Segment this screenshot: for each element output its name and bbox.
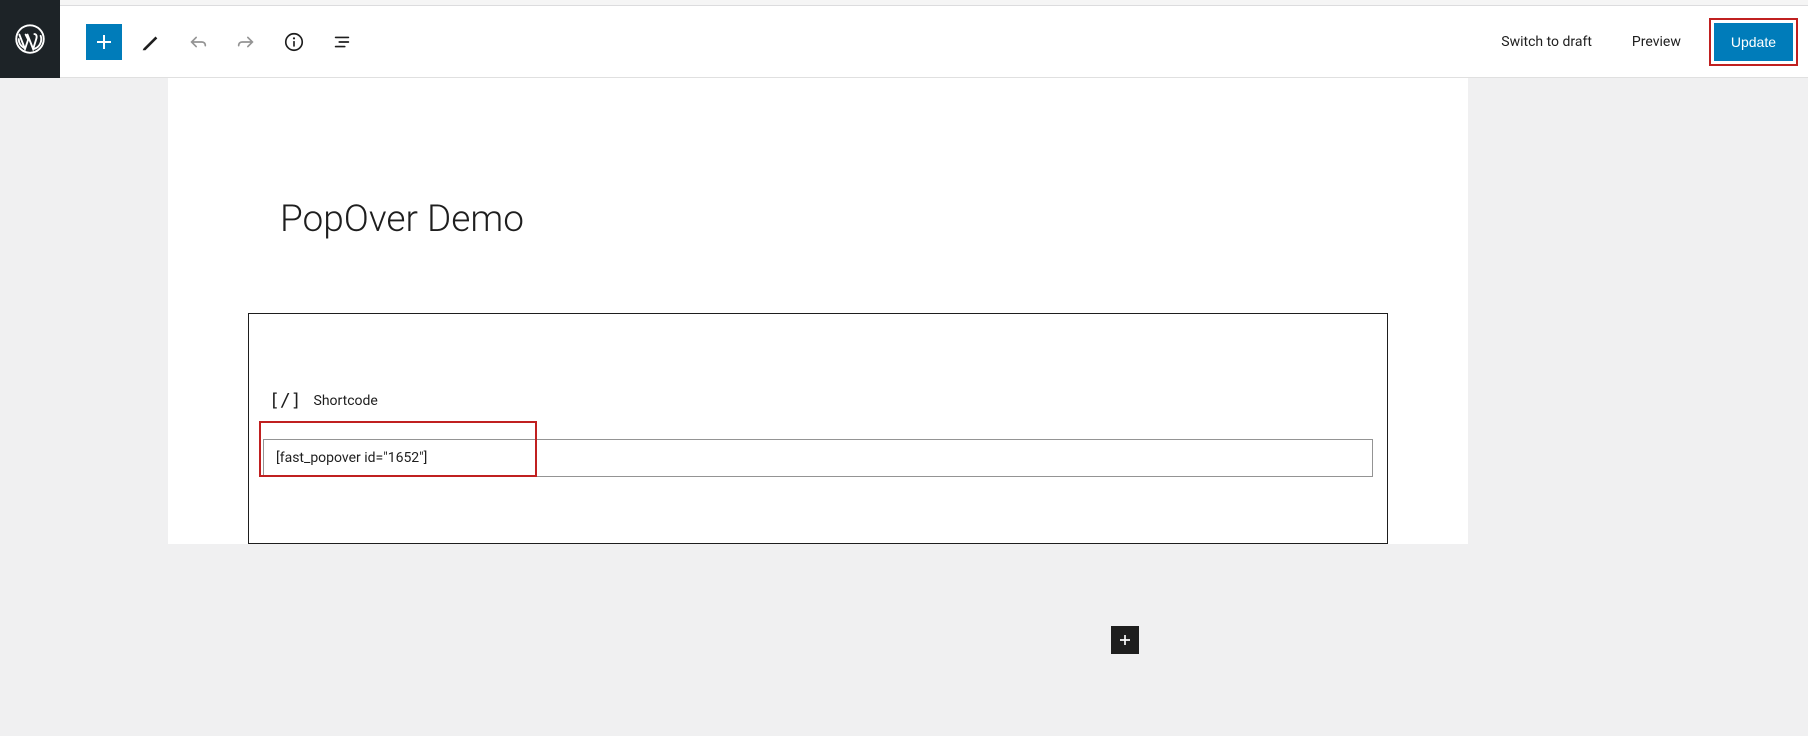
plus-icon — [1115, 630, 1135, 650]
info-icon — [283, 31, 305, 53]
details-button[interactable] — [274, 22, 314, 62]
add-block-button[interactable] — [86, 24, 122, 60]
toolbar-right-group: Switch to draft Preview Update — [1489, 18, 1798, 66]
update-button[interactable]: Update — [1714, 23, 1793, 61]
undo-button[interactable] — [178, 22, 218, 62]
switch-to-draft-button[interactable]: Switch to draft — [1489, 24, 1604, 60]
block-label-row: [/] Shortcode — [269, 390, 1373, 411]
add-block-inline-button[interactable] — [1111, 626, 1139, 654]
shortcode-icon: [/] — [269, 390, 302, 411]
redo-icon — [235, 31, 257, 53]
shortcode-block[interactable]: [/] Shortcode — [248, 313, 1388, 544]
editor-canvas: PopOver Demo [/] Shortcode — [168, 78, 1468, 544]
list-outline-icon — [331, 31, 353, 53]
preview-button[interactable]: Preview — [1620, 24, 1693, 60]
shortcode-input[interactable] — [263, 439, 1373, 477]
block-label-text: Shortcode — [314, 393, 378, 409]
edit-tool-button[interactable] — [130, 22, 170, 62]
shortcode-input-wrapper — [263, 439, 1373, 477]
plus-icon — [92, 30, 116, 54]
outline-button[interactable] — [322, 22, 362, 62]
post-title[interactable]: PopOver Demo — [168, 198, 1468, 241]
editor-toolbar: Switch to draft Preview Update — [60, 6, 1808, 78]
wordpress-logo-icon — [15, 24, 45, 54]
undo-icon — [187, 31, 209, 53]
pencil-icon — [139, 31, 161, 53]
update-highlight: Update — [1709, 18, 1798, 66]
wp-admin-bar[interactable] — [0, 0, 60, 78]
toolbar-left-group — [86, 22, 362, 62]
redo-button[interactable] — [226, 22, 266, 62]
